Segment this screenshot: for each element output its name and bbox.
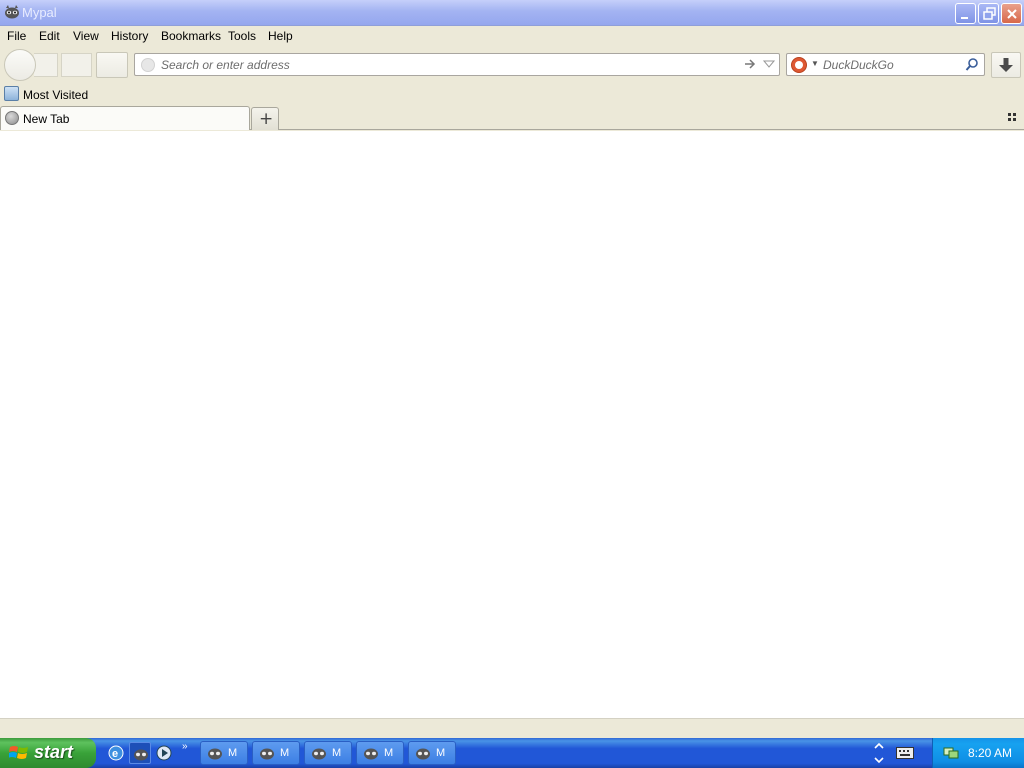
bookmarks-toolbar: Most Visited [0, 84, 1024, 106]
back-button[interactable] [4, 49, 36, 81]
taskbar-window-button[interactable]: M [252, 741, 300, 765]
tab-label: New Tab [23, 112, 70, 126]
taskbar-window-label: M [332, 747, 342, 759]
globe-icon [5, 111, 19, 125]
title-bar[interactable]: Mypal [0, 0, 1024, 26]
raccoon-icon [260, 748, 274, 760]
new-tab-button[interactable]: + [251, 107, 279, 130]
downloads-button[interactable] [991, 52, 1021, 78]
home-button[interactable] [96, 52, 128, 78]
menu-history[interactable]: History [111, 29, 148, 43]
start-label: start [34, 742, 74, 762]
menu-bar: File Edit View History Bookmarks Tools H… [0, 26, 1024, 46]
raccoon-icon [312, 748, 326, 760]
taskbar-window-label: M [228, 747, 238, 759]
menu-bookmarks[interactable]: Bookmarks [161, 29, 221, 43]
history-dropdown-icon[interactable] [763, 59, 775, 69]
download-icon [999, 58, 1013, 72]
quick-launch-mypal[interactable] [129, 742, 151, 764]
taskbar: start e » M M M M M 8:20 AM [0, 738, 1024, 768]
navigation-toolbar: ▼ [0, 46, 1024, 84]
address-input[interactable] [161, 56, 731, 73]
reload-button[interactable] [61, 53, 92, 77]
clock[interactable]: 8:20 AM [968, 746, 1012, 760]
raccoon-icon [208, 748, 222, 760]
window-title: Mypal [22, 5, 57, 20]
menu-view[interactable]: View [73, 29, 99, 43]
taskbar-window-label: M [384, 747, 394, 759]
minimize-icon [961, 17, 968, 19]
taskbar-window-label: M [280, 747, 290, 759]
minimize-button[interactable] [955, 3, 976, 24]
search-input[interactable] [823, 56, 963, 73]
menu-help[interactable]: Help [268, 29, 293, 43]
most-visited-icon [4, 86, 19, 101]
taskbar-window-button[interactable]: M [304, 741, 352, 765]
taskbar-window-button[interactable]: M [408, 741, 456, 765]
url-bar[interactable] [134, 53, 780, 76]
svg-text:e: e [112, 748, 118, 760]
forward-button[interactable] [34, 53, 58, 77]
tab-strip: New Tab + [0, 106, 1024, 130]
all-tabs-icon[interactable] [1008, 113, 1018, 123]
media-player-icon[interactable] [155, 744, 173, 762]
search-icon[interactable] [965, 57, 979, 72]
menu-edit[interactable]: Edit [39, 29, 60, 43]
taskbar-window-button[interactable]: M [356, 741, 404, 765]
raccoon-icon [134, 749, 148, 761]
chevron-down-icon[interactable]: ▼ [811, 59, 819, 68]
close-icon [1007, 9, 1017, 19]
raccoon-icon [5, 5, 19, 19]
menu-tools[interactable]: Tools [228, 29, 256, 43]
bookmark-label: Most Visited [23, 88, 89, 102]
restore-button[interactable] [978, 3, 999, 24]
duckduckgo-icon[interactable] [791, 57, 807, 73]
quick-launch-more[interactable]: » [182, 741, 188, 752]
close-button[interactable] [1001, 3, 1022, 24]
taskbar-scroll-arrows-icon[interactable] [872, 740, 886, 766]
taskbar-window-button[interactable]: M [200, 741, 248, 765]
search-bar[interactable]: ▼ [786, 53, 985, 76]
keyboard-icon[interactable] [896, 747, 914, 759]
restore-icon [983, 7, 996, 20]
status-bar [0, 718, 1024, 738]
network-icon[interactable] [942, 745, 960, 761]
menu-file[interactable]: File [7, 29, 26, 43]
ie-icon[interactable]: e [107, 744, 125, 762]
taskbar-window-label: M [436, 747, 446, 759]
site-identity-icon[interactable] [141, 58, 155, 72]
windows-logo-icon [9, 746, 28, 759]
tab-new-tab[interactable]: New Tab [0, 106, 250, 130]
plus-icon: + [259, 109, 274, 129]
start-button[interactable]: start [0, 738, 96, 768]
raccoon-icon [364, 748, 378, 760]
system-tray: 8:20 AM [932, 738, 1024, 768]
page-content[interactable] [0, 131, 1024, 718]
go-arrow-icon[interactable] [743, 57, 757, 71]
raccoon-icon [416, 748, 430, 760]
